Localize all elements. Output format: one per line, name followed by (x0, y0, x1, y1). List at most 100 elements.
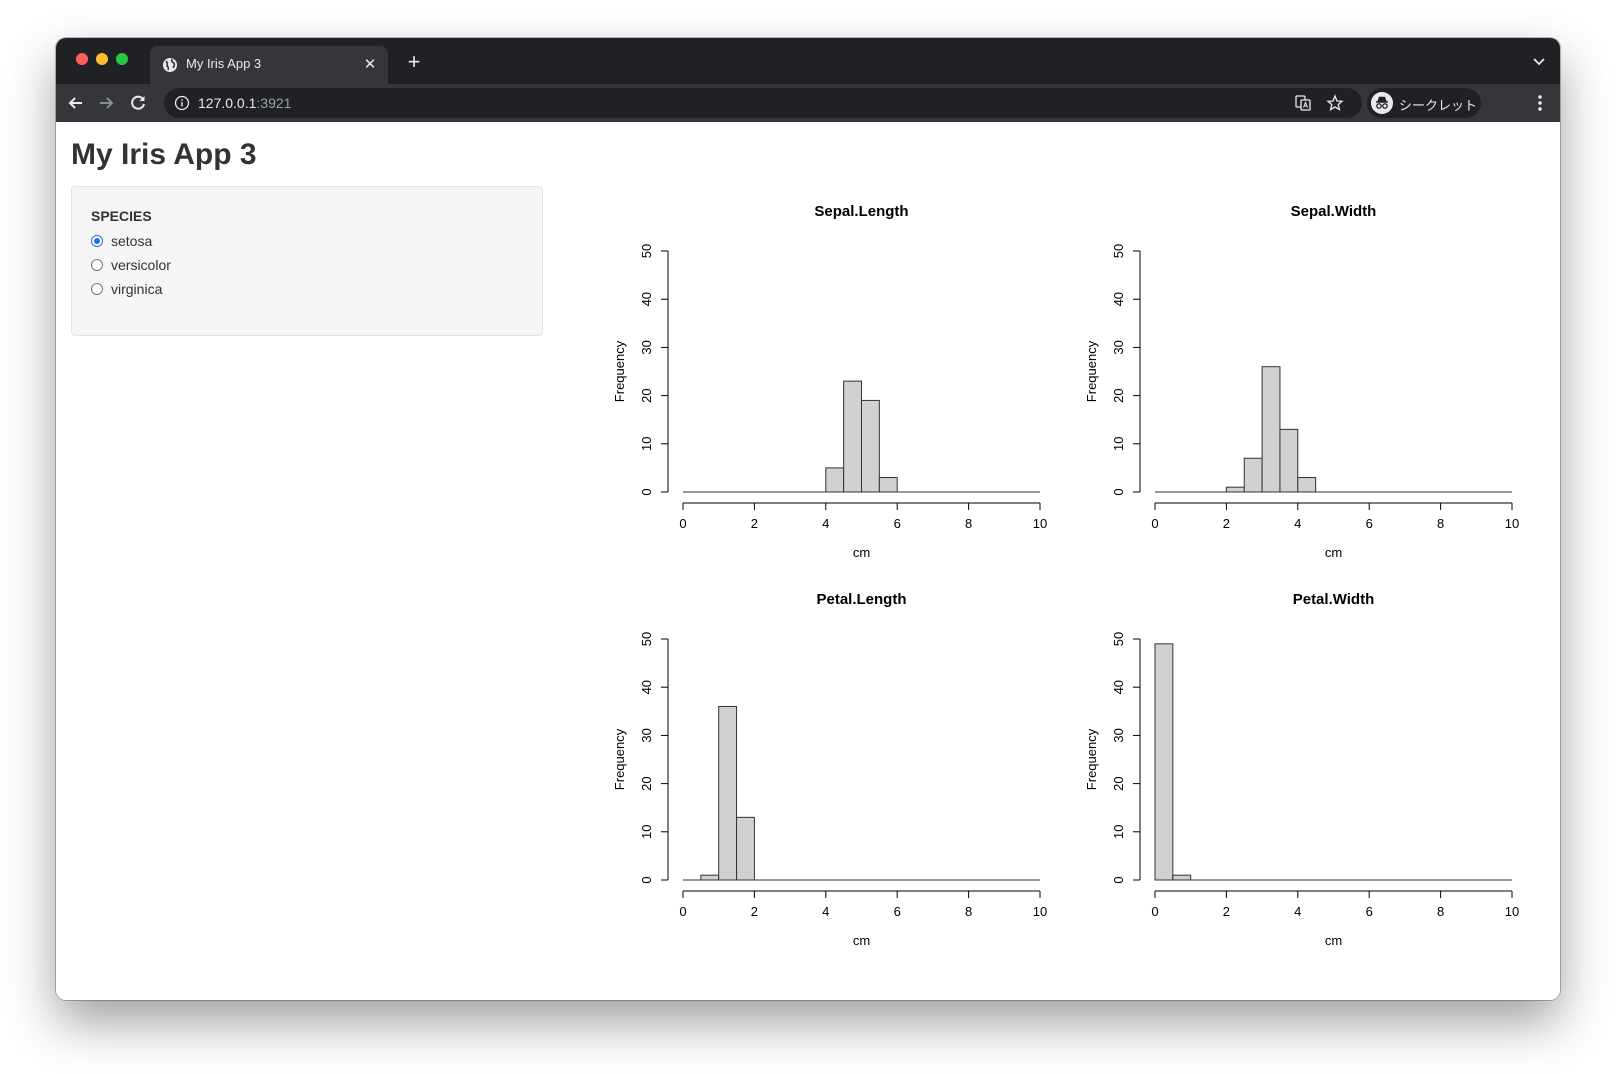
incognito-icon (1371, 92, 1393, 114)
histogram-bar (1172, 874, 1192, 881)
x-tick-label: 10 (1033, 516, 1047, 531)
y-tick-label: 50 (639, 632, 654, 646)
minimize-window-button[interactable] (96, 53, 108, 65)
url-text: 127.0.0.1:3921 (198, 95, 291, 111)
histogram-bar (1279, 428, 1299, 493)
url-port: :3921 (256, 95, 292, 111)
x-axis-label: cm (1325, 545, 1342, 560)
x-tick-label: 4 (822, 904, 829, 919)
histogram-sepal-length: Sepal.Length 0 2 4 6 8 10 cm 0 10 20 30 40 50 Frequenc… (612, 203, 1047, 560)
radio-label-versicolor: versicolor (111, 257, 171, 273)
y-axis-label: Frequency (612, 340, 627, 402)
radio-button-versicolor[interactable] (91, 259, 103, 271)
reload-icon[interactable] (128, 93, 148, 113)
x-tick-label: 2 (751, 904, 758, 919)
browser-tab[interactable]: My Iris App 3 ✕ (150, 46, 388, 84)
x-tick-label: 0 (679, 904, 686, 919)
histogram-bar (1154, 643, 1174, 881)
histogram-bar (1261, 366, 1281, 493)
species-label: SPECIES (91, 208, 152, 224)
histogram-bar (825, 467, 845, 493)
radio-label-setosa: setosa (111, 233, 153, 249)
x-tick-label: 6 (1366, 904, 1373, 919)
y-tick-label: 40 (1111, 680, 1126, 694)
address-bar[interactable]: 127.0.0.1:3921 (164, 88, 1362, 118)
y-tick-label: 30 (639, 728, 654, 742)
y-tick-label: 30 (639, 340, 654, 354)
url-host: 127.0.0.1 (198, 95, 257, 111)
x-axis-label: cm (1325, 933, 1342, 948)
histogram-petal-width: Petal.Width 0 2 4 6 8 10 cm 0 10 20 30 40 50 Frequency (1084, 591, 1519, 948)
tab-title: My Iris App 3 (186, 56, 262, 71)
histogram-bar (843, 380, 862, 493)
histogram-grid: Sepal.Length0 2 4 6 8 10cm01020304050Frequenc… (612, 203, 1519, 948)
y-tick-label: 20 (639, 388, 654, 402)
histogram-petal-length: Petal.Length 0 2 4 6 8 10 cm 0 10 20 30 40 50 Frequenc… (612, 591, 1047, 948)
x-tick-label: 6 (1366, 516, 1373, 531)
page-title: My Iris App 3 (71, 138, 257, 171)
radio-button-virginica[interactable] (91, 283, 103, 295)
y-tick-label: 10 (639, 437, 654, 451)
y-tick-label: 0 (639, 488, 654, 495)
y-axis-label: Frequency (1084, 340, 1099, 402)
x-tick-label: 2 (751, 516, 758, 531)
y-tick-label: 40 (639, 292, 654, 306)
chart-title: Petal.Width (1293, 591, 1375, 608)
y-tick-label: 20 (639, 776, 654, 790)
y-axis-label: Frequency (612, 728, 627, 790)
y-tick-label: 20 (1111, 388, 1126, 402)
histogram-bar (736, 816, 755, 881)
close-tab-icon[interactable]: ✕ (360, 55, 380, 75)
new-tab-button[interactable]: + (402, 50, 426, 74)
y-tick-label: 0 (1111, 876, 1126, 883)
histogram-bar (700, 874, 720, 881)
histogram-bar (718, 705, 738, 881)
bookmark-star-icon[interactable] (1326, 94, 1344, 112)
globe-icon (163, 58, 177, 72)
x-tick-label: 4 (822, 516, 829, 531)
chart-title: Sepal.Width (1291, 203, 1377, 220)
chart-title: Petal.Length (816, 591, 906, 608)
x-tick-label: 0 (679, 516, 686, 531)
y-tick-label: 30 (1111, 728, 1126, 742)
x-tick-label: 8 (965, 904, 972, 919)
y-axis-label: Frequency (1084, 728, 1099, 790)
translate-icon[interactable] (1294, 94, 1312, 112)
y-tick-label: 0 (639, 876, 654, 883)
histogram-sepal-width: Sepal.Width 0 2 4 6 8 10 cm 0 10 20 30 40 50 Frequency (1084, 203, 1519, 560)
chart-title: Sepal.Length (814, 203, 908, 220)
y-tick-label: 50 (639, 244, 654, 258)
y-tick-label: 30 (1111, 340, 1126, 354)
histogram-bar (1225, 486, 1245, 493)
browser-toolbar: 127.0.0.1:3921 シークレット (56, 84, 1560, 122)
chevron-down-icon[interactable] (1530, 52, 1548, 70)
x-tick-label: 4 (1294, 904, 1301, 919)
radio-label-virginica: virginica (111, 281, 163, 297)
info-icon[interactable] (174, 95, 190, 111)
x-tick-label: 4 (1294, 516, 1301, 531)
browser-window: My Iris App 3 ✕ + 127.0.0.1:3921 シークレット … (56, 38, 1560, 1000)
histogram-bar (1243, 457, 1263, 493)
radio-button-setosa[interactable] (91, 235, 103, 247)
histogram-bar (861, 399, 880, 493)
x-axis-label: cm (853, 545, 870, 560)
maximize-window-button[interactable] (116, 53, 128, 65)
page-content: My Iris App 3 SPECIES setosa versicolor … (56, 122, 1560, 1000)
histogram-bar (1297, 477, 1317, 493)
forward-arrow-icon[interactable] (96, 93, 116, 113)
incognito-profile-button[interactable]: シークレット (1367, 88, 1481, 118)
x-tick-label: 6 (894, 904, 901, 919)
x-tick-label: 10 (1033, 904, 1047, 919)
x-tick-label: 0 (1151, 516, 1158, 531)
tab-strip: My Iris App 3 ✕ + (56, 38, 1560, 84)
more-menu-icon[interactable] (1530, 93, 1550, 113)
y-tick-label: 10 (639, 825, 654, 839)
close-window-button[interactable] (76, 53, 88, 65)
back-arrow-icon[interactable] (66, 93, 86, 113)
x-tick-label: 2 (1223, 516, 1230, 531)
y-tick-label: 0 (1111, 488, 1126, 495)
x-tick-label: 10 (1505, 516, 1519, 531)
y-tick-label: 40 (1111, 292, 1126, 306)
x-axis-label: cm (853, 933, 870, 948)
y-tick-label: 10 (1111, 437, 1126, 451)
